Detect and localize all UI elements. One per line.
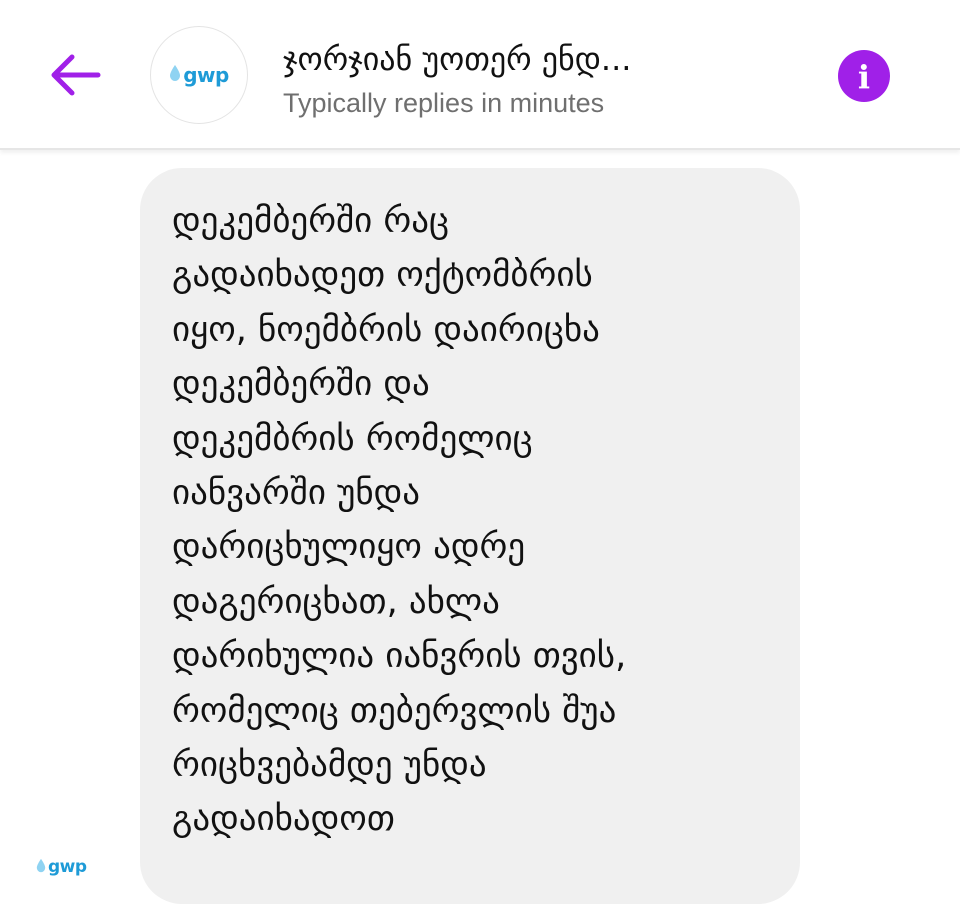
- water-drop-icon: [169, 64, 181, 86]
- message-bubble[interactable]: დეკემბერში რაც გადაიხადეთ ოქტომბრის იყო,…: [140, 168, 800, 904]
- back-button[interactable]: [44, 44, 106, 106]
- reply-time-status: Typically replies in minutes: [283, 88, 605, 118]
- info-button[interactable]: i: [838, 50, 890, 102]
- avatar-logo-text: gwp: [183, 63, 229, 87]
- chat-header: gwp ჯორჯიან უოთერ ენდ... Typically repli…: [0, 0, 960, 150]
- contact-name[interactable]: ჯორჯიან უოთერ ენდ...: [283, 40, 631, 78]
- arrow-left-icon: [51, 54, 101, 96]
- gwp-logo: gwp: [169, 63, 229, 87]
- sender-avatar[interactable]: gwp: [36, 852, 108, 882]
- info-icon: i: [857, 58, 871, 96]
- gwp-logo: gwp: [36, 857, 87, 877]
- water-drop-icon: [36, 858, 46, 877]
- sender-logo-text: gwp: [48, 857, 87, 877]
- message-text: დეკემბერში რაც გადაიხადეთ ოქტომბრის იყო,…: [172, 201, 627, 840]
- contact-avatar[interactable]: gwp: [150, 26, 248, 124]
